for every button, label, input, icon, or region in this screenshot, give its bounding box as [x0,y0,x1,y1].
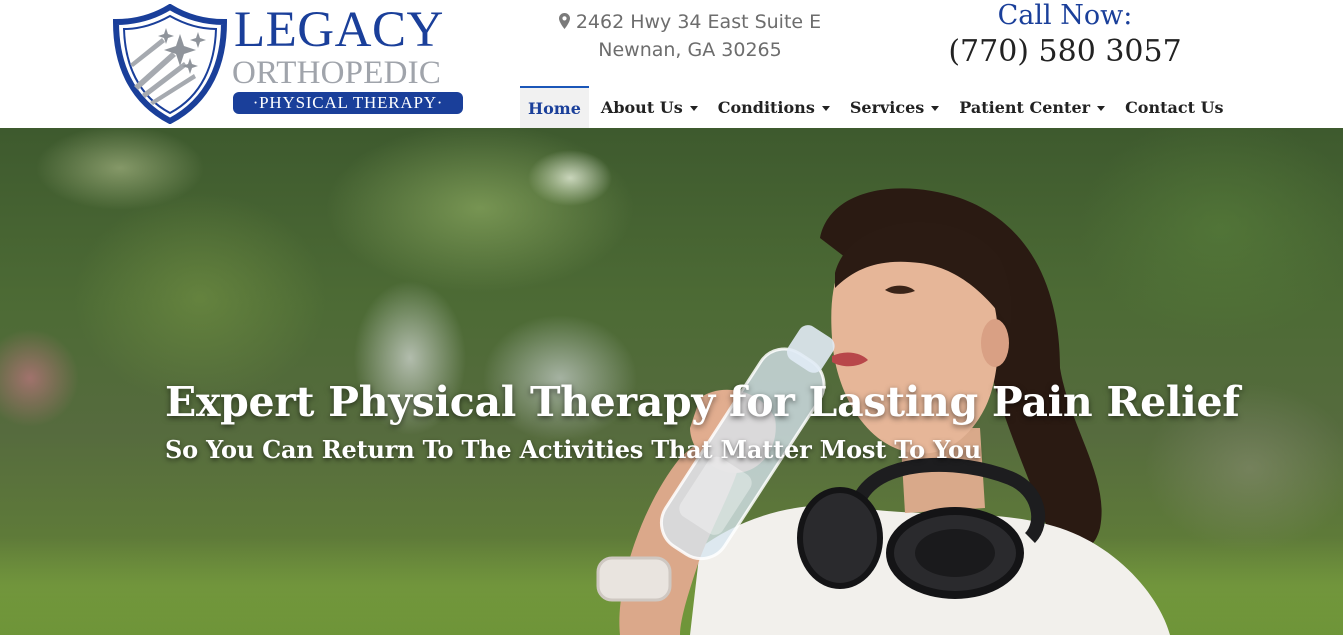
call-now-block: Call Now: (770) 580 3057 [940,0,1190,71]
nav-item-label: Patient Center [959,97,1091,117]
nav-item-services[interactable]: Services [842,86,947,128]
clinic-address[interactable]: 2462 Hwy 34 East Suite E Newnan, GA 3026… [545,8,835,64]
nav-item-label: Contact Us [1125,97,1224,117]
caret-down-icon [689,105,698,111]
nav-item-label: About Us [600,97,683,117]
address-city: Newnan, GA 30265 [598,39,782,61]
logo-wordmark-orthopedic: ORTHOPEDIC [232,55,442,91]
caret-down-icon [1097,105,1106,111]
hero-text-block: Expert Physical Therapy for Lasting Pain… [165,376,1285,466]
hero-subtitle: So You Can Return To The Activities That… [165,435,982,464]
nav-item-home[interactable]: Home [520,86,589,128]
nav-item-about-us[interactable]: About Us [593,86,706,128]
map-pin-icon [558,13,570,29]
main-navigation: Home About Us Conditions Services Patien… [520,86,1232,128]
site-logo[interactable]: LEGACY ORTHOPEDIC ·PHYSICAL THERAPY· [112,2,472,124]
address-street: 2462 Hwy 34 East Suite E [575,11,822,33]
logo-tagline: ·PHYSICAL THERAPY· [233,92,463,114]
nav-item-label: Services [849,97,925,117]
nav-item-label: Home [528,98,581,118]
caret-down-icon [931,105,940,111]
hero-title: Expert Physical Therapy for Lasting Pain… [165,378,1240,426]
nav-item-contact-us[interactable]: Contact Us [1117,86,1231,128]
caret-down-icon [821,105,830,111]
nav-item-label: Conditions [717,97,815,117]
shield-logo-icon [112,4,228,124]
site-header: LEGACY ORTHOPEDIC ·PHYSICAL THERAPY· 246… [0,0,1343,128]
logo-wordmark-legacy: LEGACY [234,2,444,58]
phone-number-link[interactable]: (770) 580 3057 [940,33,1190,71]
call-now-label: Call Now: [997,0,1133,31]
address-line-1: 2462 Hwy 34 East Suite E [545,8,835,36]
hero-banner: Expert Physical Therapy for Lasting Pain… [0,128,1343,635]
nav-item-conditions[interactable]: Conditions [710,86,838,128]
nav-item-patient-center[interactable]: Patient Center [951,86,1113,128]
